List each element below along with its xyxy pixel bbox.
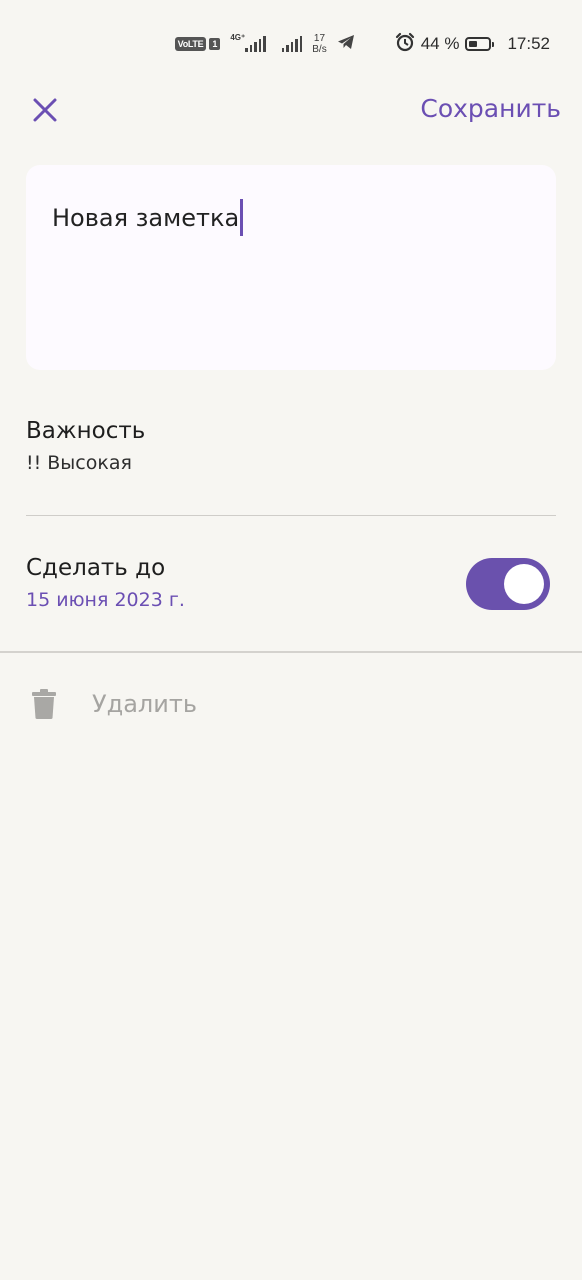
delete-label: Удалить	[92, 690, 197, 718]
alarm-icon	[395, 32, 415, 57]
divider	[0, 651, 582, 653]
battery-icon	[465, 37, 495, 51]
signal-sim1-icon	[245, 36, 266, 52]
signal-sim2-icon	[281, 36, 303, 52]
network-type: 4G⁺	[230, 32, 246, 42]
clock: 17:52	[507, 34, 550, 53]
deadline-toggle[interactable]	[466, 558, 550, 610]
note-text-content: Новая заметка	[52, 199, 244, 236]
battery-percent: 44 %	[420, 34, 460, 53]
close-icon	[33, 98, 57, 122]
toggle-knob	[504, 564, 544, 604]
note-text: Новая заметка	[52, 203, 240, 232]
telegram-icon	[337, 34, 355, 55]
divider	[26, 515, 556, 516]
note-text-field[interactable]: Новая заметка	[26, 165, 556, 370]
save-button[interactable]: Сохранить	[420, 94, 561, 123]
deadline-date: 15 июня 2023 г.	[26, 589, 185, 611]
network-speed-unit: B/s	[312, 44, 327, 55]
close-button[interactable]	[26, 91, 64, 129]
network-speed: 17 B/s	[312, 33, 326, 55]
trash-icon	[32, 689, 56, 719]
importance-selector[interactable]: Важность !! Высокая	[26, 418, 145, 474]
deadline-title: Сделать до	[26, 555, 166, 581]
delete-button[interactable]: Удалить	[30, 688, 197, 720]
importance-value: !! Высокая	[26, 452, 132, 474]
volte-indicator: VoLTE	[174, 37, 207, 51]
deadline-row[interactable]: Сделать до 15 июня 2023 г.	[26, 555, 185, 611]
network-speed-value: 17	[313, 33, 326, 44]
importance-title: Важность	[26, 418, 146, 444]
sim-indicator: 1	[209, 38, 221, 50]
text-cursor	[240, 199, 244, 236]
status-bar: VoLTE 1 4G⁺ 17 B/s 44 % 17:52	[174, 26, 550, 62]
